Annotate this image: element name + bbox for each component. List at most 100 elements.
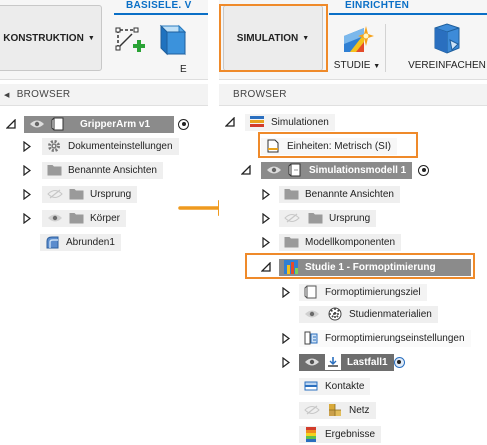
chevron-down-icon: ▼ [373, 63, 381, 70]
tree-item-ergebnisse[interactable]: Ergebnisse [299, 424, 382, 444]
tree-label: Benannte Ansichten [68, 164, 157, 176]
tree-chip: Formoptimierungsziel [299, 283, 427, 301]
tree-chip: Körper [42, 209, 127, 227]
tree-item-ursprung[interactable]: Ursprung [22, 184, 138, 204]
tree-label: Studienmaterialien [349, 308, 432, 320]
eye-icon[interactable] [28, 117, 46, 131]
activate-radio[interactable] [418, 164, 430, 176]
browser-header[interactable]: BROWSER [219, 84, 487, 106]
extrude-tool[interactable] [152, 22, 186, 58]
component-icon [287, 162, 303, 178]
chevron-down-icon: ▼ [87, 34, 95, 42]
tree-item-kontakte[interactable]: Kontakte [299, 376, 371, 396]
browser-title: BROWSER [16, 89, 71, 100]
workspace-button-simulation[interactable]: SIMULATION ▼ [223, 5, 323, 71]
mesh-icon [327, 402, 343, 418]
tree-label: Lastfall1 [347, 356, 388, 368]
workspace-button-label: KONSTRUKTION [3, 32, 84, 44]
tree-item-einheiten[interactable]: Einheiten: Metrisch (SI) [261, 136, 397, 156]
expanded-triangle-icon[interactable] [241, 164, 251, 176]
collapsed-triangle-icon[interactable] [22, 188, 32, 200]
eye-hidden-icon[interactable] [283, 211, 301, 225]
tree-chip: Studienmaterialien [299, 305, 438, 323]
collapsed-triangle-icon[interactable] [22, 164, 32, 176]
tree-item-benannte-ansichten[interactable]: Benannte Ansichten [261, 184, 400, 204]
right-panel: SIMULATION ▼ EINRICHTEN STUDIE ▼ VEREINF… [219, 0, 487, 445]
sketch-tool[interactable] [114, 22, 148, 56]
activate-radio[interactable] [393, 356, 405, 368]
tree-item-studie-1[interactable]: Studie 1 - Formoptimierung [261, 257, 471, 277]
tree-item-koerper[interactable]: Körper [22, 208, 127, 228]
expanded-triangle-icon[interactable] [225, 116, 235, 128]
tree-chip: Ergebnisse [299, 425, 382, 443]
activate-radio[interactable] [178, 118, 189, 130]
tree-label: Formoptimierungsziel [325, 286, 421, 298]
browser-header[interactable]: ◀ BROWSER [0, 84, 208, 106]
expanded-triangle-icon[interactable] [6, 118, 16, 130]
expanded-triangle-icon[interactable] [261, 261, 271, 273]
eye-icon[interactable] [265, 163, 283, 177]
tree-label: Ursprung [90, 188, 132, 200]
tree-chip: Simulationen [245, 113, 335, 131]
eye-hidden-icon[interactable] [46, 187, 64, 201]
box-icon [159, 24, 186, 56]
simplify-tool[interactable]: VEREINFACHEN [407, 22, 487, 71]
tree-label: Simulationsmodell 1 [309, 164, 407, 176]
toolbar-separator [385, 24, 386, 72]
tree-label: GripperArm v1 [80, 118, 151, 130]
browser-title: BROWSER [233, 89, 287, 100]
collapsed-triangle-icon[interactable] [22, 140, 32, 152]
folder-icon [68, 210, 84, 226]
settings-icon [303, 330, 319, 346]
collapsed-triangle-icon[interactable] [281, 356, 291, 368]
tree-item-lastfall1[interactable]: Lastfall1 [281, 352, 405, 372]
left-toolbar: KONSTRUKTION ▼ BASISELE. V E [0, 0, 208, 80]
tree-item-ursprung[interactable]: Ursprung [261, 208, 377, 228]
tree-item-modellkomponenten[interactable]: Modellkomponenten [261, 232, 402, 252]
tree-chip: Netz [299, 401, 376, 419]
eye-hidden-icon[interactable] [303, 403, 321, 417]
tree-chip: Benannte Ansichten [279, 185, 400, 203]
folder-icon [46, 162, 62, 178]
collapsed-triangle-icon[interactable] [281, 332, 291, 344]
tree-item-netz[interactable]: Netz [299, 400, 376, 420]
tree-label: Abrunden1 [66, 236, 115, 248]
eye-icon[interactable] [303, 355, 321, 369]
tree-item-formoptimierungseinstellungen[interactable]: Formoptimierungseinstellungen [281, 328, 471, 348]
study-icon [344, 26, 374, 52]
eye-icon[interactable] [46, 211, 64, 225]
simulations-icon [249, 114, 265, 130]
tree-item-simulationsmodell[interactable]: Simulationsmodell 1 [241, 160, 430, 180]
tree-label: Dokumenteinstellungen [68, 140, 173, 152]
tree-chip: GripperArm v1 [24, 115, 174, 133]
tree-item-gripperarm[interactable]: GripperArm v1 [6, 114, 189, 134]
create-sketch-icon [115, 27, 145, 52]
target-icon [303, 284, 319, 300]
eye-icon[interactable] [303, 307, 321, 321]
workspace-button-konstruktion[interactable]: KONSTRUKTION ▼ [0, 5, 102, 71]
folder-icon [68, 186, 84, 202]
document-icon [265, 138, 281, 154]
tree-chip: Studie 1 - Formoptimierung [279, 258, 471, 276]
tree-label: Modellkomponenten [305, 236, 396, 248]
tree-label: Einheiten: Metrisch (SI) [287, 140, 391, 152]
tree-chip: Kontakte [299, 377, 371, 395]
collapsed-triangle-icon[interactable] [22, 212, 32, 224]
gear-icon [46, 138, 62, 154]
collapsed-triangle-icon[interactable] [261, 188, 271, 200]
study-tool[interactable]: STUDIE ▼ [332, 22, 382, 71]
tree-item-studienmaterialien[interactable]: Studienmaterialien [299, 304, 438, 324]
tree-item-dokumenteinstellungen[interactable]: Dokumenteinstellungen [22, 136, 179, 156]
folder-icon [307, 210, 323, 226]
tree-item-benannte-ansichten[interactable]: Benannte Ansichten [22, 160, 163, 180]
toolbar-tool-label[interactable]: E [180, 64, 187, 75]
collapsed-triangle-icon[interactable] [261, 236, 271, 248]
tree-item-formoptimierungsziel[interactable]: Formoptimierungsziel [281, 282, 427, 302]
tree-chip: Benannte Ansichten [42, 161, 163, 179]
tree-item-abrunden1[interactable]: Abrunden1 [40, 232, 121, 252]
workspace-button-label: SIMULATION [236, 32, 299, 44]
tree-item-simulationen[interactable]: Simulationen [225, 112, 335, 132]
collapsed-triangle-icon[interactable] [261, 212, 271, 224]
collapsed-triangle-icon[interactable] [281, 286, 291, 298]
tree-chip: Simulationsmodell 1 [261, 161, 413, 179]
